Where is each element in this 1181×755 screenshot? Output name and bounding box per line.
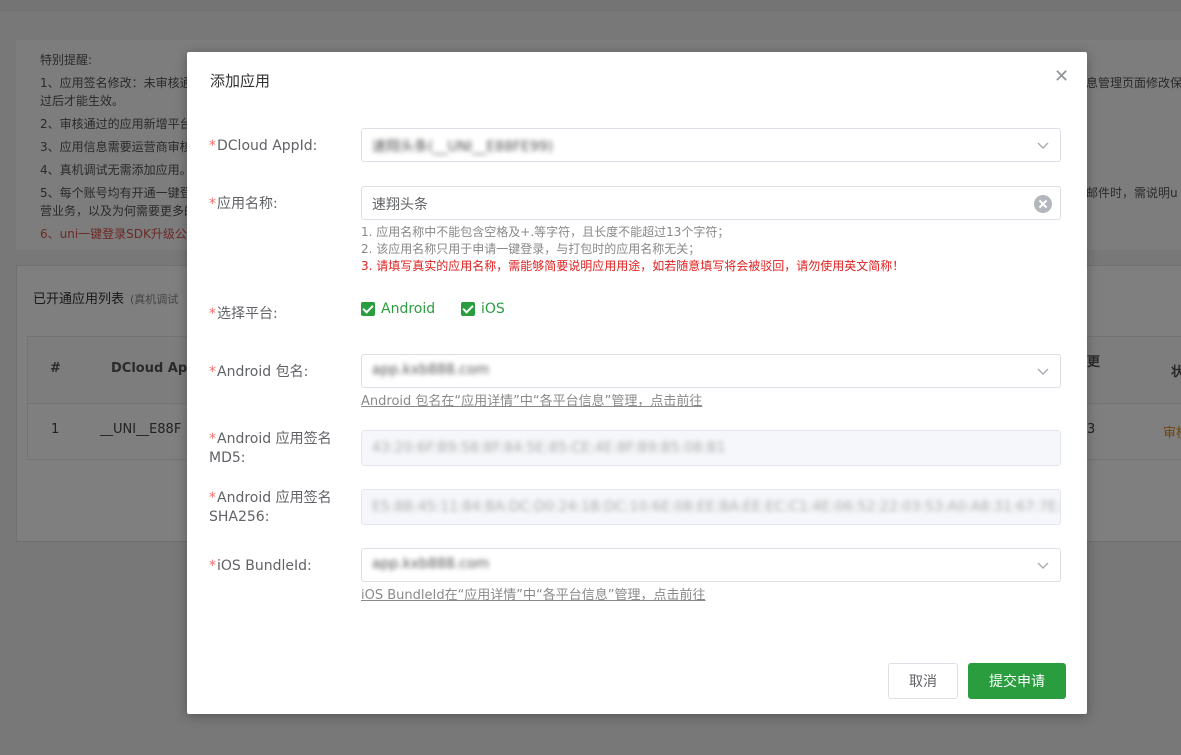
- app-name-value: 速翔头条: [372, 197, 428, 213]
- ios-bundle-select[interactable]: app.kxb888.com: [361, 548, 1061, 582]
- android-sha256-label-text: Android 应用签名SHA256:: [209, 490, 332, 525]
- android-md5-label: *Android 应用签名MD5:: [209, 431, 332, 466]
- appid-label-text: DCloud AppId:: [217, 138, 318, 154]
- checkbox-checked-icon: [361, 302, 375, 316]
- ios-bundle-value: app.kxb888.com: [372, 556, 490, 572]
- add-app-dialog: 添加应用 ✕ *DCloud AppId: 速翔头条(__UNI__E88FE9…: [187, 52, 1087, 714]
- android-checkbox[interactable]: Android: [361, 301, 435, 317]
- android-checkbox-label: Android: [381, 301, 436, 317]
- dialog-title: 添加应用: [210, 72, 271, 90]
- appid-value: 速翔头条(__UNI__E88FE99): [372, 139, 554, 155]
- android-package-label-text: Android 包名:: [217, 364, 309, 380]
- checkbox-checked-icon: [461, 302, 475, 316]
- appid-select[interactable]: 速翔头条(__UNI__E88FE99): [361, 128, 1061, 162]
- app-name-label: *应用名称:: [209, 196, 278, 212]
- clear-icon[interactable]: [1034, 195, 1052, 213]
- android-sha256-value: E5:8B:45:11:84:BA:DC:D0:24:1B:DC:10:6E:0…: [372, 499, 1061, 515]
- ios-bundle-label: *iOS BundleId:: [209, 558, 312, 574]
- android-package-value: app.kxb888.com: [372, 362, 490, 378]
- platform-label: *选择平台:: [209, 306, 278, 322]
- chevron-down-icon: [1037, 562, 1049, 569]
- submit-button[interactable]: 提交申请: [968, 663, 1066, 699]
- platform-label-text: 选择平台:: [217, 306, 278, 322]
- chevron-down-icon: [1037, 142, 1049, 149]
- ios-bundle-link[interactable]: iOS BundleId在“应用详情”中“各平台信息”管理，点击前往: [361, 584, 706, 603]
- appid-label: *DCloud AppId:: [209, 138, 318, 154]
- android-sha256-label: *Android 应用签名SHA256:: [209, 490, 332, 525]
- ios-checkbox-label: iOS: [481, 301, 505, 317]
- ios-bundle-label-text: iOS BundleId:: [217, 558, 312, 574]
- app-name-warning: 3. 请填写真实的应用名称，需能够简要说明应用用途，如若随意填写将会被驳回，请勿…: [361, 259, 905, 273]
- app-name-hint: 1. 应用名称中不能包含空格及+.等字符，且长度不能超过13个字符；: [361, 225, 730, 239]
- android-md5-label-text: Android 应用签名MD5:: [209, 431, 332, 466]
- android-md5-value: 43:20:6F:B9:58:8F:84:5E:85:CE:4E:8F:B9:B…: [372, 440, 726, 456]
- cancel-button[interactable]: 取消: [888, 663, 958, 699]
- android-package-link[interactable]: Android 包名在“应用详情”中“各平台信息”管理，点击前往: [361, 390, 702, 409]
- app-name-label-text: 应用名称:: [217, 196, 278, 212]
- android-md5-input: 43:20:6F:B9:58:8F:84:5E:85:CE:4E:8F:B9:B…: [361, 430, 1061, 466]
- app-name-input[interactable]: 速翔头条: [361, 186, 1061, 220]
- ios-checkbox[interactable]: iOS: [461, 301, 505, 317]
- android-package-label: *Android 包名:: [209, 364, 309, 380]
- app-name-hint: 2. 该应用名称只用于申请一键登录，与打包时的应用名称无关；: [361, 242, 701, 256]
- close-icon[interactable]: ✕: [1054, 68, 1069, 86]
- android-package-select[interactable]: app.kxb888.com: [361, 354, 1061, 388]
- android-sha256-input: E5:8B:45:11:84:BA:DC:D0:24:1B:DC:10:6E:0…: [361, 489, 1061, 525]
- chevron-down-icon: [1037, 368, 1049, 375]
